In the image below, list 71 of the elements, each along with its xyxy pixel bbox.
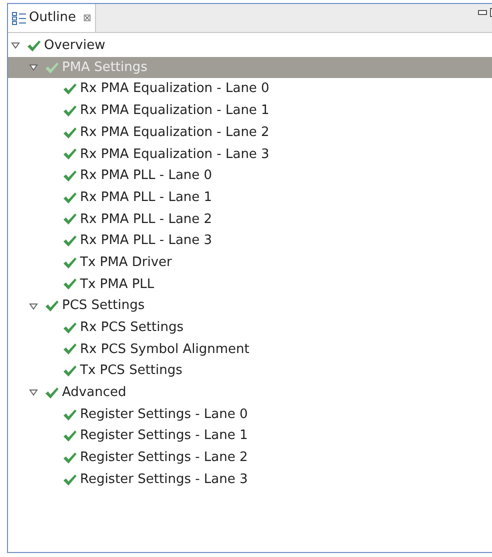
item-label: Rx PMA Equalization - Lane 2: [80, 124, 270, 142]
check-icon: [63, 192, 77, 204]
item-label: Advanced: [62, 384, 126, 402]
tree-item[interactable]: Tx PMA PLL: [8, 274, 492, 296]
check-icon: [63, 278, 77, 290]
item-label: PCS Settings: [62, 297, 145, 316]
tree-item[interactable]: Rx PCS Settings: [8, 316, 492, 339]
tree-item[interactable]: Rx PMA Equalization - Lane 1: [8, 100, 492, 122]
tree-item[interactable]: Rx PMA Equalization - Lane 2: [8, 122, 492, 144]
check-icon: [63, 322, 77, 334]
check-icon: [63, 126, 77, 139]
tree-item[interactable]: Register Settings - Lane 3: [8, 468, 492, 490]
tree-item[interactable]: Rx PMA PLL - Lane 1: [8, 186, 492, 208]
tree-item[interactable]: Overview: [8, 35, 492, 57]
check-icon: [63, 365, 77, 378]
check-icon: [63, 430, 77, 442]
check-icon: [63, 170, 77, 182]
item-label: Overview: [44, 37, 106, 56]
check-icon: [27, 40, 41, 52]
check-icon: [63, 104, 77, 117]
expanded-twistie-icon[interactable]: [29, 63, 38, 72]
tree-item[interactable]: Tx PMA Driver: [8, 252, 492, 274]
check-icon: [45, 300, 59, 312]
item-label: Rx PMA Equalization - Lane 3: [80, 146, 270, 164]
expanded-twistie-icon[interactable]: [29, 388, 38, 398]
check-icon: [63, 343, 77, 356]
item-label: Register Settings - Lane 2: [80, 449, 248, 468]
item-label: Rx PMA Equalization - Lane 0: [80, 80, 270, 98]
item-label: Rx PCS Symbol Alignment: [80, 340, 250, 359]
tree-item[interactable]: Rx PMA Equalization - Lane 3: [8, 143, 492, 166]
close-icon[interactable]: ⊠: [83, 10, 92, 26]
item-label: Rx PMA PLL - Lane 0: [80, 167, 212, 186]
item-label: Register Settings - Lane 0: [80, 406, 248, 424]
check-icon: [45, 386, 59, 399]
tree-item[interactable]: Rx PMA PLL - Lane 0: [8, 165, 492, 187]
check-icon: [63, 235, 77, 248]
tree-item[interactable]: Rx PMA Equalization - Lane 0: [8, 78, 492, 100]
tree-item[interactable]: Register Settings - Lane 0: [8, 404, 492, 426]
tree-item[interactable]: Register Settings - Lane 2: [8, 447, 492, 469]
check-icon: [63, 83, 77, 96]
check-icon: [45, 62, 59, 74]
expanded-twistie-icon[interactable]: [11, 41, 20, 50]
expanded-twistie-icon[interactable]: [29, 302, 38, 311]
tab-title: Outline: [29, 9, 76, 28]
item-label: Rx PMA PLL - Lane 3: [80, 232, 212, 250]
item-label: Rx PMA PLL - Lane 2: [80, 210, 212, 229]
item-label: Register Settings - Lane 3: [80, 470, 248, 489]
tree-item[interactable]: Register Settings - Lane 1: [8, 425, 492, 448]
outline-tab[interactable]: Outline ⊠: [8, 4, 96, 32]
tree-item[interactable]: PCS Settings: [8, 295, 492, 317]
outline-icon: [12, 12, 26, 24]
item-label: Tx PMA Driver: [80, 254, 172, 272]
tree-item[interactable]: Rx PMA PLL - Lane 3: [8, 230, 492, 252]
check-icon: [63, 474, 77, 486]
item-label: Register Settings - Lane 1: [80, 427, 248, 446]
item-label: Tx PCS Settings: [80, 362, 182, 380]
check-icon: [63, 452, 77, 464]
item-label: Rx PMA Equalization - Lane 1: [80, 102, 270, 120]
check-icon: [63, 213, 77, 226]
item-label: Rx PCS Settings: [80, 319, 184, 338]
check-icon: [63, 148, 77, 160]
item-label: Tx PMA PLL: [80, 276, 154, 294]
tree-item[interactable]: Rx PMA PLL - Lane 2: [8, 208, 492, 230]
tree-item[interactable]: Rx PCS Symbol Alignment: [8, 338, 492, 360]
item-label: Rx PMA PLL - Lane 1: [80, 188, 212, 207]
minimize-icon[interactable]: [478, 10, 487, 15]
check-icon: [63, 256, 77, 269]
item-label: PMA Settings: [62, 58, 148, 77]
tree-item[interactable]: Advanced: [8, 382, 492, 404]
tree-item[interactable]: Tx PCS Settings: [8, 360, 492, 382]
check-icon: [63, 408, 77, 421]
